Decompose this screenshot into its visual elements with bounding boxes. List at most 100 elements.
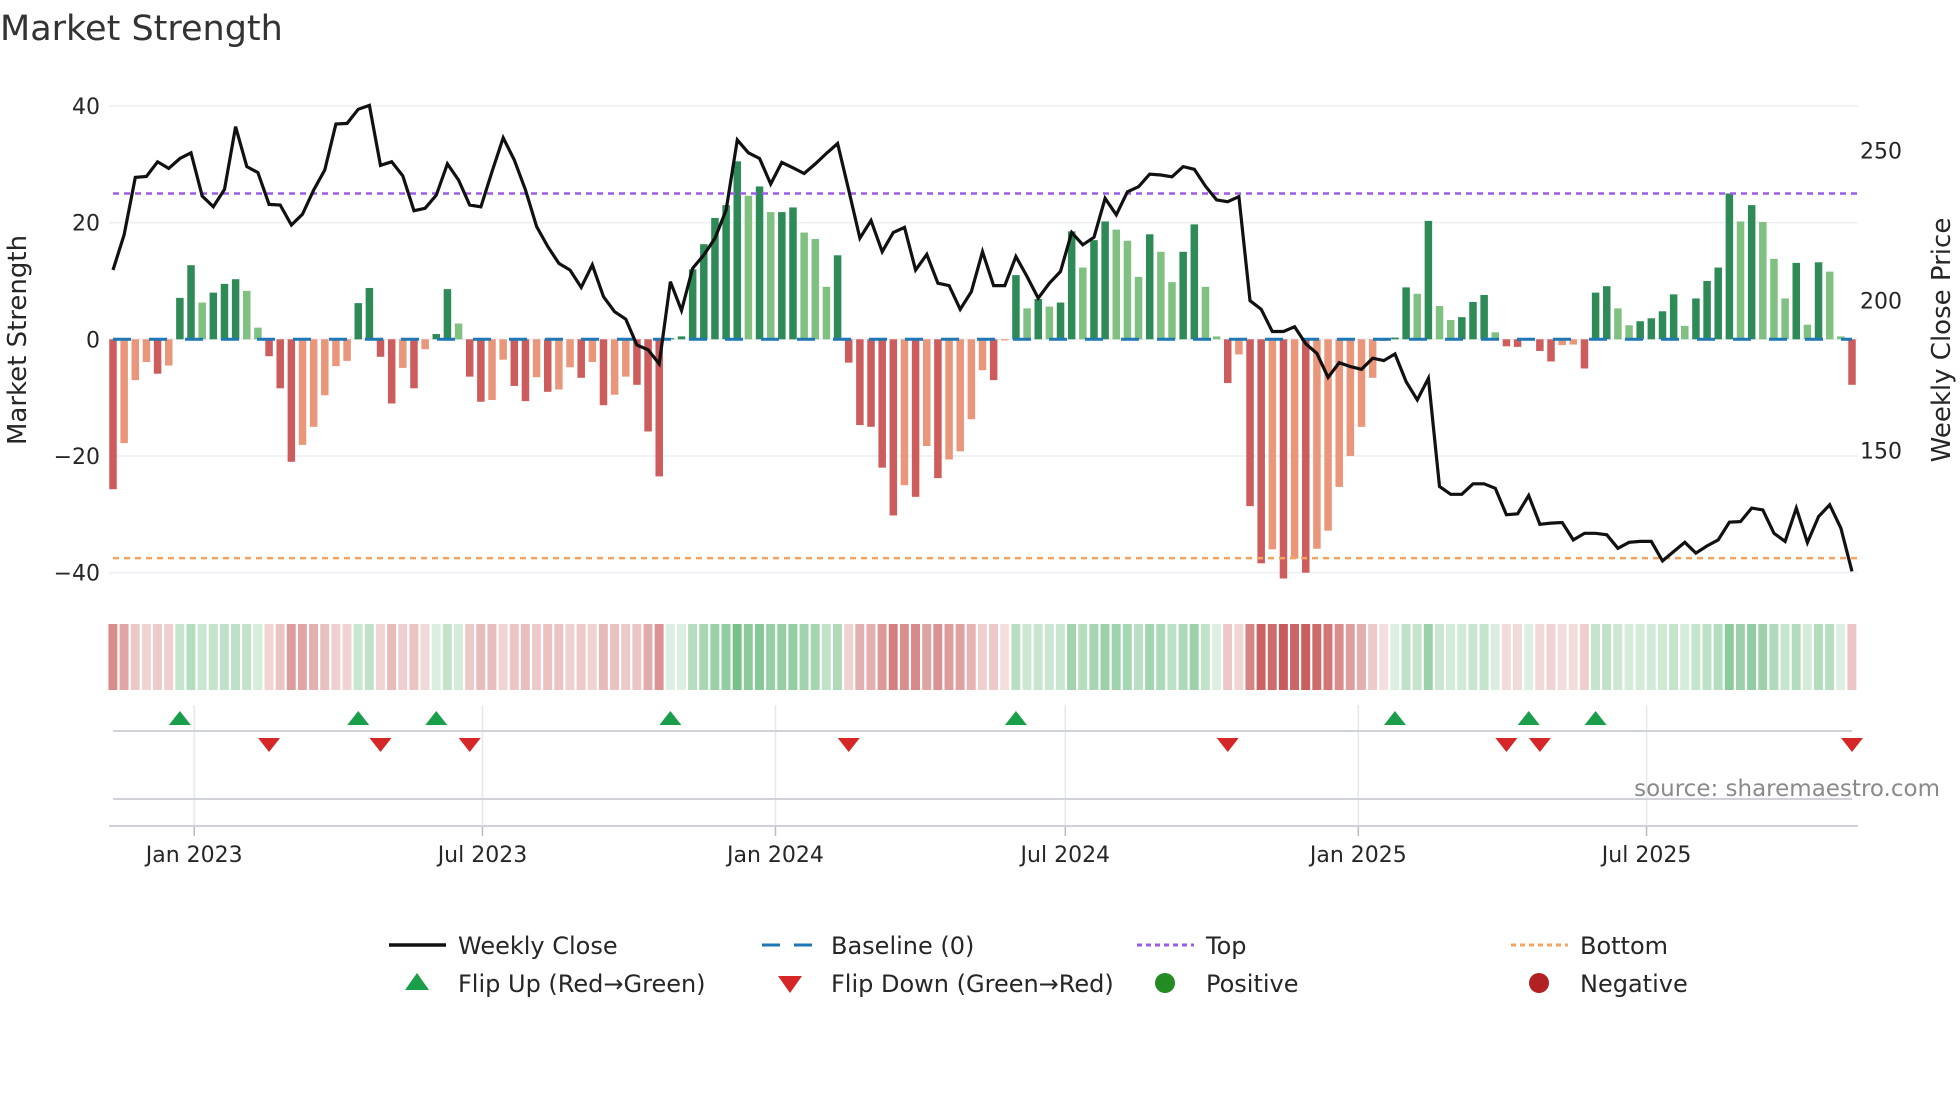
- strength-bar: [1669, 294, 1678, 340]
- strip-cell: [1223, 624, 1233, 690]
- strength-bar: [1469, 301, 1477, 340]
- strength-bar: [265, 339, 273, 357]
- strip-cell: [899, 624, 909, 690]
- strip-cell: [1479, 624, 1489, 690]
- strength-bar: [1056, 302, 1065, 340]
- strip-cell: [442, 624, 452, 690]
- strip-cell: [532, 624, 541, 690]
- strip-cell: [487, 624, 497, 690]
- strip-cell: [364, 624, 374, 690]
- strip-cell: [164, 624, 174, 690]
- strength-bar: [1703, 280, 1711, 340]
- strip-cell: [498, 624, 508, 690]
- legend: Weekly Close Baseline (0) Top Bottom Flip Up…: [389, 932, 1688, 998]
- strip-cell: [587, 624, 597, 690]
- strength-bar: [599, 339, 608, 406]
- x-tick-label: Jan 2025: [1308, 843, 1407, 868]
- strip-cell: [1055, 624, 1065, 690]
- right-y-axis: 250 200 150: [1860, 140, 1902, 465]
- flip-up-marker: [1004, 711, 1027, 725]
- strength-bar: [365, 287, 374, 340]
- strength-bar: [198, 302, 206, 340]
- left-y-axis: 40 20 0 −20 −40: [54, 95, 100, 587]
- strip-cell: [1802, 624, 1812, 690]
- flip-up-marker: [168, 711, 191, 725]
- strip-cell: [1401, 624, 1411, 690]
- chart-title: Market Strength: [0, 9, 283, 49]
- flip-down-marker: [1528, 738, 1551, 752]
- y2-tick-label: 150: [1860, 440, 1902, 465]
- strip-cell: [721, 624, 731, 690]
- legend-positive-dot-icon: [1155, 973, 1175, 993]
- strip-cell: [1635, 624, 1645, 690]
- strength-bar: [844, 339, 853, 363]
- y-tick-label: −20: [54, 445, 100, 470]
- strength-bar: [733, 161, 742, 340]
- strength-bar: [1547, 339, 1555, 362]
- strip-cell: [1312, 624, 1322, 690]
- strip-cell: [1256, 624, 1266, 690]
- flip-down-marker: [837, 738, 860, 752]
- strength-bar: [1123, 240, 1132, 340]
- strip-cell: [320, 624, 330, 690]
- strength-bar: [1212, 336, 1221, 340]
- strip-cell: [286, 624, 296, 690]
- strip-cell: [1122, 624, 1132, 690]
- strength-bar: [923, 339, 931, 447]
- strength-bar: [276, 339, 284, 389]
- x-tick-label: Jan 2023: [144, 843, 243, 868]
- strength-bar: [1603, 286, 1611, 340]
- strip-cell: [108, 624, 118, 690]
- strength-bar: [1502, 339, 1511, 347]
- strip-cell: [1044, 624, 1054, 690]
- strip-cell: [565, 624, 575, 690]
- flip-up-marker: [659, 711, 682, 725]
- strength-bar: [956, 339, 964, 452]
- strip-cell: [1379, 624, 1389, 690]
- flip-up-marker: [347, 711, 370, 725]
- strip-cell: [554, 624, 564, 690]
- strength-bar: [1814, 262, 1823, 340]
- strip-cell: [911, 624, 920, 690]
- reference-lines: [113, 192, 1858, 560]
- strength-bar: [833, 255, 842, 340]
- y-tick-label: −40: [54, 562, 100, 587]
- strip-cell: [966, 624, 976, 690]
- flip-down-marker: [458, 738, 481, 752]
- strength-bar: [1012, 275, 1020, 340]
- strength-bar: [1625, 325, 1633, 340]
- strength-bar: [254, 327, 262, 340]
- strip-cell: [732, 624, 742, 690]
- flip-markers-panel: [113, 705, 1863, 826]
- strip-cell: [1111, 624, 1121, 690]
- strength-bar: [934, 339, 942, 479]
- strip-cell: [1078, 624, 1088, 690]
- strip-cell: [1646, 624, 1656, 690]
- strength-bar: [1346, 339, 1355, 456]
- strip-cell: [1557, 624, 1567, 690]
- strength-bar: [376, 339, 385, 357]
- strip-cell: [387, 624, 397, 690]
- strip-cell: [1167, 624, 1177, 690]
- y-tick-label: 20: [72, 212, 100, 237]
- strip-cell: [1602, 624, 1612, 690]
- strip-cell: [1680, 624, 1690, 690]
- strip-cell: [688, 624, 698, 690]
- strip-cell: [331, 624, 341, 690]
- strength-bar: [1112, 229, 1121, 340]
- strip-cell: [1613, 624, 1623, 690]
- strip-cell: [944, 624, 954, 690]
- strength-bar: [298, 339, 307, 445]
- strength-bar: [164, 339, 173, 366]
- strip-cell: [1735, 624, 1745, 690]
- legend-label: Bottom: [1580, 932, 1668, 960]
- strip-cell: [1691, 624, 1701, 690]
- strip-cell: [1412, 624, 1422, 690]
- strength-bar: [1302, 339, 1310, 573]
- strip-cell: [1847, 624, 1857, 690]
- strength-bar: [588, 339, 597, 363]
- strength-bar: [1591, 292, 1600, 340]
- strength-bar: [544, 339, 552, 392]
- strip-cell: [1189, 624, 1199, 690]
- strength-bar: [109, 339, 117, 490]
